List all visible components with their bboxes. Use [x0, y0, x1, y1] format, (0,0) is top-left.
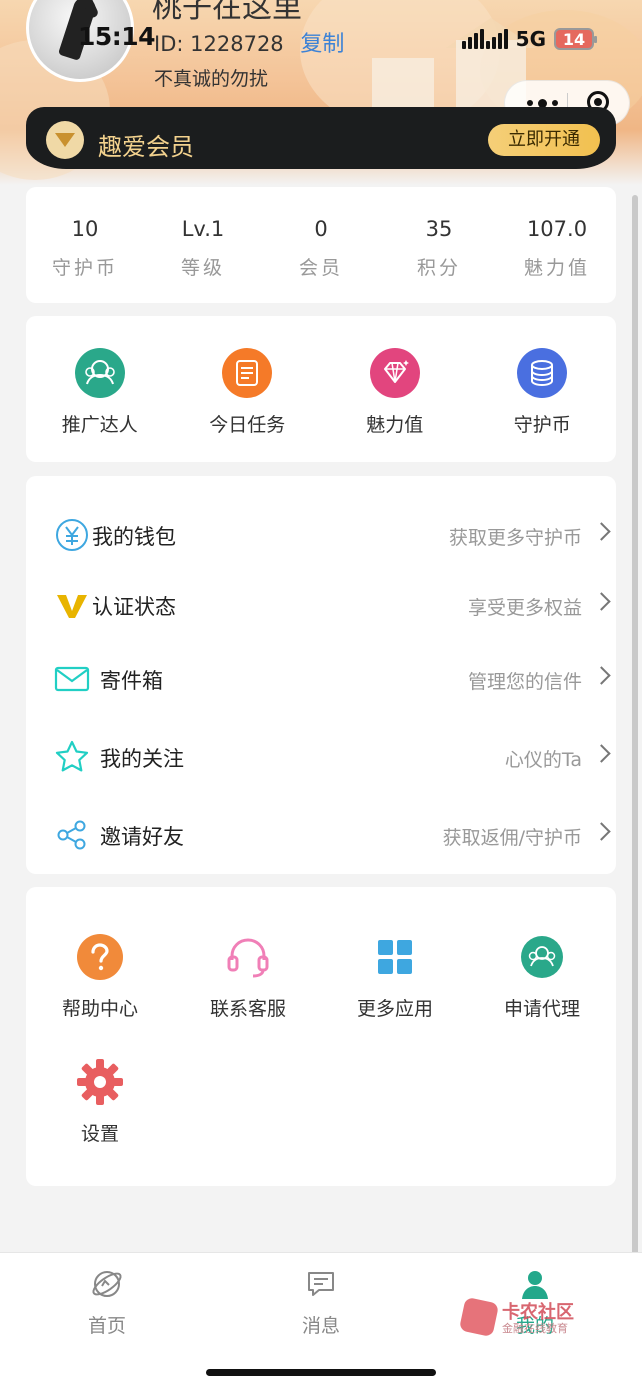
question-icon [75, 932, 125, 982]
quick-label: 守护币 [513, 414, 571, 436]
stat-level[interactable]: Lv.1 等级 [144, 187, 262, 303]
bg-house [372, 58, 434, 108]
tool-label: 帮助中心 [61, 998, 138, 1020]
tool-label: 申请代理 [503, 998, 580, 1020]
star-icon [54, 739, 90, 775]
message-icon [261, 1267, 381, 1305]
home-indicator [206, 1369, 436, 1376]
menu-hint: 心仪的Ta [504, 749, 582, 771]
watermark: 卡农社区 金融在线教育 [458, 1296, 586, 1338]
planet-icon [47, 1267, 167, 1305]
diamond-badge-icon [46, 121, 84, 159]
stat-membership[interactable]: 0 会员 [262, 187, 380, 303]
stat-value: Lv.1 [181, 217, 225, 241]
diamond-icon [369, 348, 420, 398]
menu-outbox[interactable]: 寄件箱 管理您的信件 [26, 649, 616, 709]
tab-messages[interactable]: 消息 [261, 1267, 381, 1338]
stat-label: 等级 [180, 257, 225, 279]
menu-label: 认证状态 [92, 595, 176, 619]
menu-hint: 获取更多守护币 [448, 527, 582, 549]
stats-card: 10 守护币 Lv.1 等级 0 会员 35 积分 107.0 魅力值 [26, 187, 616, 303]
tools-card: 帮助中心 联系客服 更多应用 申请代理 设置 [26, 887, 616, 1186]
scrollbar[interactable] [632, 195, 638, 1315]
network-type: 5G [515, 27, 546, 51]
share-icon [54, 817, 90, 853]
tool-more-apps[interactable]: 更多应用 [321, 932, 469, 1021]
headset-icon [223, 932, 273, 982]
signature: 不真诚的勿扰 [154, 68, 269, 90]
status-bar: 5G 14 [461, 27, 597, 51]
signal-icon [461, 29, 508, 49]
stat-charm[interactable]: 107.0 魅力值 [498, 187, 616, 303]
quick-actions-card: 推广达人 今日任务 魅力值 守护币 [26, 316, 616, 462]
menu-wallet[interactable]: 我的钱包 获取更多守护币 [26, 505, 616, 565]
quick-promoter[interactable]: 推广达人 [26, 316, 174, 462]
menu-label: 寄件箱 [100, 669, 163, 693]
user-id-row: ID: 1228728 复制 [154, 26, 344, 58]
stat-value: 35 [425, 217, 453, 241]
tab-home[interactable]: 首页 [47, 1267, 167, 1338]
stat-label: 会员 [298, 257, 343, 279]
id-value: 1228728 [190, 32, 284, 56]
quick-charm[interactable]: 魅力值 [321, 316, 469, 462]
people-icon [517, 932, 567, 982]
vip-title: 趣爱会员 [98, 133, 194, 161]
yuan-icon [54, 517, 90, 553]
status-time: 15:14 [78, 22, 156, 51]
task-list-icon [222, 348, 273, 398]
stat-value: 107.0 [526, 217, 588, 241]
id-label: ID: [154, 32, 184, 56]
quick-guard-coins[interactable]: 守护币 [469, 316, 617, 462]
vip-activate-button[interactable]: 立即开通 [488, 124, 600, 156]
menu-verification[interactable]: 认证状态 享受更多权益 [26, 575, 616, 635]
stat-label: 魅力值 [523, 257, 590, 279]
tool-settings[interactable]: 设置 [26, 1057, 174, 1146]
chevron-right-icon [592, 822, 611, 841]
stat-value: 10 [71, 217, 99, 241]
tab-label: 首页 [87, 1315, 126, 1337]
menu-invite-friends[interactable]: 邀请好友 获取返佣/守护币 [26, 805, 616, 865]
tool-customer-service[interactable]: 联系客服 [174, 932, 322, 1021]
watermark-logo-icon [458, 1296, 500, 1338]
tool-label: 更多应用 [356, 998, 433, 1020]
vip-banner[interactable]: 趣爱会员 立即开通 [26, 107, 616, 169]
chevron-right-icon [592, 592, 611, 611]
chevron-right-icon [592, 744, 611, 763]
quick-label: 推广达人 [61, 414, 138, 436]
v-badge-icon [54, 587, 90, 623]
stat-label: 守护币 [51, 257, 118, 279]
menu-hint: 获取返佣/守护币 [442, 827, 582, 849]
tool-label: 联系客服 [209, 998, 286, 1020]
menu-following[interactable]: 我的关注 心仪的Ta [26, 727, 616, 787]
profile-header: 桃子在这里 15:14 ID: 1228728 复制 不真诚的勿扰 5G 14 … [0, 0, 642, 185]
tool-label: 设置 [80, 1123, 119, 1145]
battery-icon: 14 [554, 28, 597, 50]
stat-guard-coins[interactable]: 10 守护币 [26, 187, 144, 303]
menu-label: 邀请好友 [100, 825, 184, 849]
menu-card: 我的钱包 获取更多守护币 认证状态 享受更多权益 寄件箱 管理您的信件 我的关注… [26, 476, 616, 874]
mail-icon [54, 661, 90, 697]
menu-hint: 管理您的信件 [467, 671, 582, 693]
tool-help-center[interactable]: 帮助中心 [26, 932, 174, 1021]
tool-apply-agent[interactable]: 申请代理 [468, 932, 616, 1021]
menu-label: 我的关注 [100, 747, 184, 771]
copy-id-button[interactable]: 复制 [300, 32, 344, 57]
watermark-subtitle: 金融在线教育 [502, 1322, 568, 1335]
chevron-right-icon [592, 666, 611, 685]
chevron-right-icon [592, 522, 611, 541]
stat-points[interactable]: 35 积分 [380, 187, 498, 303]
quick-label: 今日任务 [209, 414, 286, 436]
nickname: 桃子在这里 [152, 0, 302, 25]
grid-icon [370, 932, 420, 982]
gear-icon [75, 1057, 125, 1107]
quick-daily-task[interactable]: 今日任务 [174, 316, 322, 462]
stat-label: 积分 [416, 257, 461, 279]
quick-label: 魅力值 [366, 414, 424, 436]
people-icon [74, 348, 125, 398]
menu-label: 我的钱包 [92, 525, 176, 549]
stat-value: 0 [314, 217, 328, 241]
tab-label: 消息 [301, 1315, 340, 1337]
menu-hint: 享受更多权益 [467, 597, 582, 619]
coin-stack-icon [517, 348, 568, 398]
